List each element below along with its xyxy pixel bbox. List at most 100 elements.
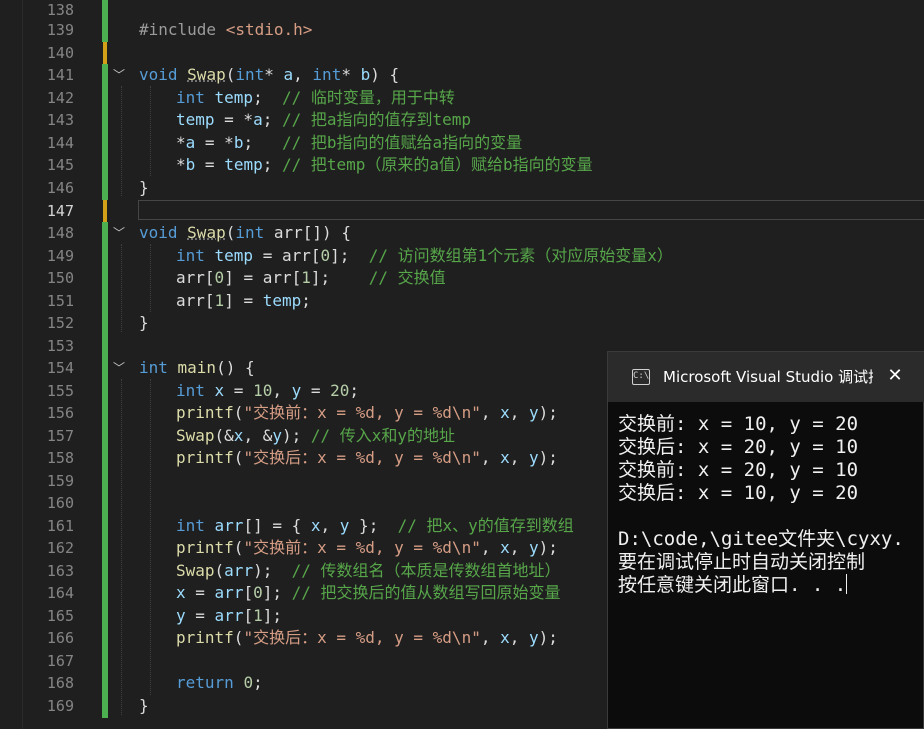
code-line[interactable]: 139 #include <stdio.h> bbox=[0, 19, 924, 42]
code-text: y = arr[1]; bbox=[176, 606, 282, 625]
line-number: 154 bbox=[46, 359, 74, 377]
line-number: 147 bbox=[46, 202, 74, 220]
console-title: Microsoft Visual Studio 调试控 bbox=[663, 368, 873, 386]
line-number: 168 bbox=[46, 674, 74, 692]
code-text: printf("交换前：x = %d, y = %d\n", x, y); bbox=[176, 403, 558, 422]
code-text: Swap(arr); // 传数组名（本质是传数组首地址） bbox=[176, 561, 561, 580]
line-number: 148 bbox=[46, 224, 74, 242]
change-marker bbox=[102, 515, 108, 538]
line-number: 159 bbox=[46, 472, 74, 490]
line-number: 164 bbox=[46, 584, 74, 602]
code-text: *b = temp; // 把temp（原来的a值）赋给b指向的变量 bbox=[176, 155, 593, 174]
code-line[interactable]: 141 ﹀ void Swap(int* a, int* b) { bbox=[0, 64, 924, 87]
code-text: void Swap(int* a, int* b) { bbox=[139, 65, 400, 84]
code-text: } bbox=[139, 313, 149, 332]
code-text: *a = *b; // 把b指向的值赋给a指向的变量 bbox=[176, 133, 523, 152]
code-line[interactable]: 150 arr[0] = arr[1]; // 交换值 bbox=[0, 267, 924, 290]
code-text: int temp = arr[0]; // 访问数组第1个元素（对应原始变量x） bbox=[176, 246, 673, 265]
console-output-line: D:\code,\gitee文件夹\cyxy. bbox=[618, 528, 904, 550]
line-number: 161 bbox=[46, 517, 74, 535]
code-text: printf("交换后：x = %d, y = %d\n", x, y); bbox=[176, 628, 558, 647]
code-text: return 0; bbox=[176, 673, 263, 692]
code-line[interactable]: 148 ﹀ void Swap(int arr[]) { bbox=[0, 222, 924, 245]
code-text: int main() { bbox=[139, 358, 255, 377]
change-marker bbox=[102, 627, 108, 650]
change-marker bbox=[102, 335, 108, 358]
code-text: arr[1] = temp; bbox=[176, 291, 311, 310]
line-number: 167 bbox=[46, 652, 74, 670]
line-number: 146 bbox=[46, 179, 74, 197]
change-marker bbox=[102, 357, 108, 380]
text-cursor bbox=[846, 574, 848, 594]
console-app-icon: C:\ bbox=[632, 369, 650, 385]
code-text: void Swap(int arr[]) { bbox=[139, 223, 351, 242]
code-text: } bbox=[139, 696, 149, 715]
console-prompt-line: 按任意键关闭此窗口. . . bbox=[618, 574, 848, 596]
line-number: 140 bbox=[46, 44, 74, 62]
code-text: printf("交换前：x = %d, y = %d\n", x, y); bbox=[176, 538, 558, 557]
change-marker bbox=[103, 200, 107, 223]
change-marker bbox=[102, 650, 108, 673]
line-number: 160 bbox=[46, 494, 74, 512]
line-number: 144 bbox=[46, 134, 74, 152]
debug-console-window[interactable]: C:\ Microsoft Visual Studio 调试控 ✕ 交换前: x… bbox=[607, 351, 924, 729]
code-text: #include <stdio.h> bbox=[139, 20, 313, 39]
change-marker bbox=[102, 109, 108, 132]
line-number: 149 bbox=[46, 247, 74, 265]
change-marker bbox=[102, 380, 108, 403]
line-number: 152 bbox=[46, 314, 74, 332]
code-line[interactable]: 140 bbox=[0, 42, 924, 65]
line-number: 165 bbox=[46, 607, 74, 625]
fold-chevron-icon[interactable]: ﹀ bbox=[112, 64, 126, 86]
console-title-bar[interactable]: C:\ Microsoft Visual Studio 调试控 ✕ bbox=[608, 352, 924, 402]
code-line[interactable]: 145 *b = temp; // 把temp（原来的a值）赋给b指向的变量 bbox=[0, 154, 924, 177]
line-number: 145 bbox=[46, 156, 74, 174]
line-number: 153 bbox=[46, 337, 74, 355]
current-line-highlight bbox=[138, 200, 924, 220]
change-marker bbox=[102, 132, 108, 155]
console-output-line: 要在调试停止时自动关闭控制 bbox=[618, 551, 866, 573]
line-number: 141 bbox=[46, 66, 74, 84]
line-number: 150 bbox=[46, 269, 74, 287]
line-number: 155 bbox=[46, 382, 74, 400]
change-marker bbox=[102, 64, 108, 87]
change-marker bbox=[102, 19, 108, 42]
code-line[interactable]: 143 temp = *a; // 把a指向的值存到temp bbox=[0, 109, 924, 132]
change-marker bbox=[102, 290, 108, 313]
code-line-current[interactable]: 147 bbox=[0, 200, 924, 223]
code-text: x = arr[0]; // 把交换后的值从数组写回原始变量 bbox=[176, 583, 561, 602]
console-output-line: 交换前: x = 10, y = 20 bbox=[618, 413, 859, 435]
fold-chevron-icon[interactable]: ﹀ bbox=[112, 222, 126, 244]
change-marker bbox=[102, 672, 108, 695]
line-number: 142 bbox=[46, 89, 74, 107]
change-marker bbox=[102, 425, 108, 448]
code-text: temp = *a; // 把a指向的值存到temp bbox=[176, 110, 472, 129]
console-output-line: 交换后: x = 10, y = 20 bbox=[618, 482, 859, 504]
code-text: } bbox=[139, 178, 149, 197]
code-line[interactable]: 142 int temp; // 临时变量，用于中转 bbox=[0, 87, 924, 110]
line-number: 157 bbox=[46, 427, 74, 445]
close-icon[interactable]: ✕ bbox=[884, 365, 906, 387]
change-marker bbox=[102, 402, 108, 425]
line-number: 162 bbox=[46, 539, 74, 557]
fold-chevron-icon[interactable]: ﹀ bbox=[112, 357, 126, 379]
code-line[interactable]: 146 } bbox=[0, 177, 924, 200]
change-marker bbox=[102, 267, 108, 290]
change-marker bbox=[102, 537, 108, 560]
code-text: int arr[] = { x, y }; // 把x、y的值存到数组 bbox=[176, 516, 574, 535]
change-marker bbox=[102, 87, 108, 110]
line-number: 143 bbox=[46, 111, 74, 129]
change-marker bbox=[102, 177, 108, 200]
code-line[interactable]: 144 *a = *b; // 把b指向的值赋给a指向的变量 bbox=[0, 132, 924, 155]
code-line[interactable]: 152 } bbox=[0, 312, 924, 335]
change-marker bbox=[102, 447, 108, 470]
code-line[interactable]: 151 arr[1] = temp; bbox=[0, 290, 924, 313]
line-number: 138 bbox=[46, 1, 74, 19]
change-marker bbox=[102, 312, 108, 335]
change-marker bbox=[102, 492, 108, 515]
change-marker bbox=[102, 154, 108, 177]
change-marker bbox=[102, 582, 108, 605]
code-line[interactable]: 149 int temp = arr[0]; // 访问数组第1个元素（对应原始… bbox=[0, 245, 924, 268]
change-marker bbox=[102, 245, 108, 268]
code-text: printf("交换后：x = %d, y = %d\n", x, y); bbox=[176, 448, 558, 467]
